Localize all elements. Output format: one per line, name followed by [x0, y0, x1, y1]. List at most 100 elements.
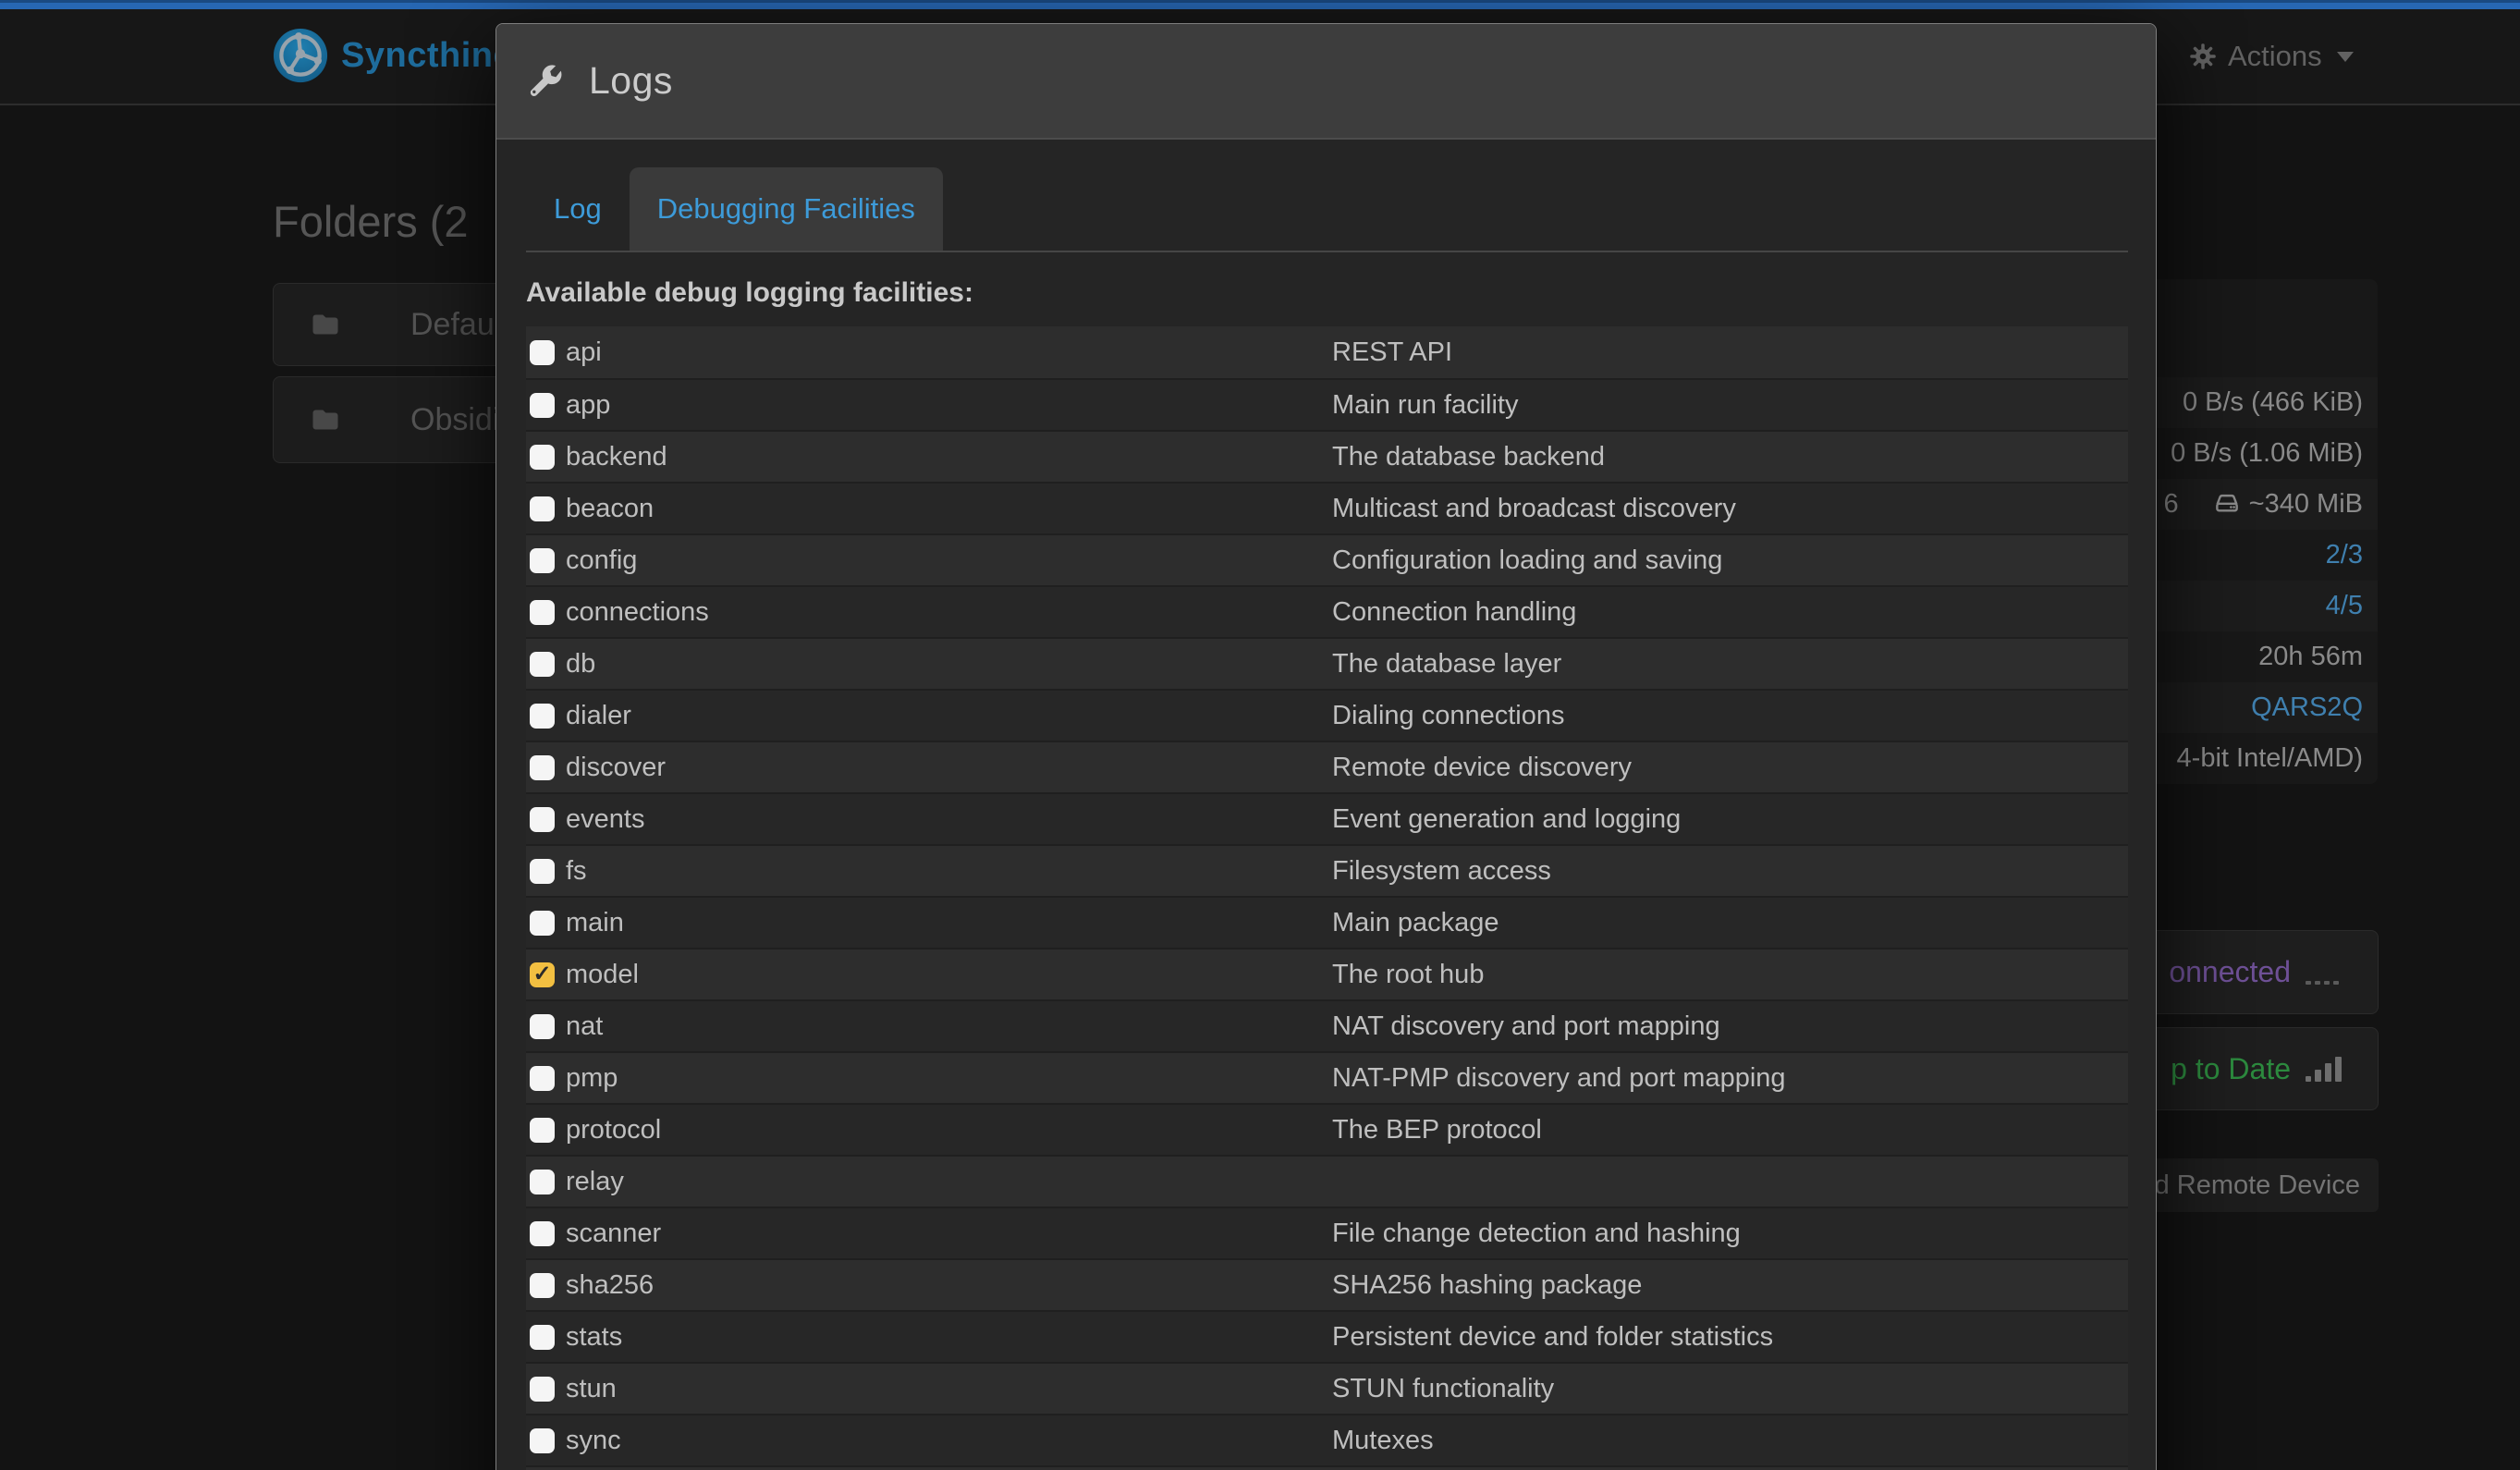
facility-name[interactable]: connections [566, 597, 1332, 628]
facility-checkbox[interactable] [530, 1428, 555, 1453]
facility-checkbox[interactable] [530, 1377, 555, 1402]
facility-checkbox[interactable] [530, 496, 555, 521]
facility-checkbox[interactable] [530, 1325, 555, 1350]
actions-label: Actions [2228, 40, 2322, 73]
modal-tab[interactable]: Debugging Facilities [630, 167, 943, 251]
facility-description: Connection handling [1332, 597, 1576, 628]
facility-description: The BEP protocol [1332, 1115, 1542, 1145]
modal-tab[interactable]: Log [526, 167, 630, 251]
facility-description: File change detection and hashing [1332, 1219, 1741, 1249]
stat-value: 20h 56m [2258, 642, 2363, 671]
facility-name[interactable]: scanner [566, 1219, 1332, 1249]
facility-name[interactable]: api [566, 337, 1332, 368]
facility-checkbox[interactable] [530, 704, 555, 729]
stat-value: QARS2Q [2251, 692, 2363, 722]
facility-row: relay [526, 1155, 2128, 1207]
facility-row: scanner File change detection and hashin… [526, 1207, 2128, 1258]
facility-checkbox[interactable] [530, 807, 555, 832]
top-accent-bar [0, 0, 2520, 9]
stat-value: 0 B/s (466 KiB) [2183, 387, 2363, 417]
facility-description: REST API [1332, 337, 1452, 368]
facility-name[interactable]: main [566, 908, 1332, 938]
facility-row: beacon Multicast and broadcast discovery [526, 482, 2128, 533]
facility-checkbox[interactable] [530, 859, 555, 884]
facility-name[interactable]: app [566, 390, 1332, 421]
facility-checkbox[interactable] [530, 393, 555, 418]
facility-name[interactable]: dialer [566, 701, 1332, 731]
facility-checkbox[interactable] [530, 600, 555, 625]
folders-heading: Folders (2 [273, 196, 469, 247]
folder-icon [309, 403, 342, 436]
facilities-heading: Available debug logging facilities: [526, 276, 2128, 310]
hdd-icon [2212, 488, 2242, 518]
tab-label: Log [554, 192, 602, 225]
facility-row: ✓ model The root hub [526, 948, 2128, 999]
facility-checkbox[interactable] [530, 1014, 555, 1039]
facility-row: stun STUN functionality [526, 1362, 2128, 1414]
device-status-disconnected: onnected [2169, 955, 2291, 989]
logs-modal: Logs Log Debugging Facilities Available … [495, 23, 2157, 1470]
actions-menu-button[interactable]: Actions [2189, 9, 2354, 104]
facility-name[interactable]: beacon [566, 494, 1332, 524]
facility-name[interactable]: events [566, 804, 1332, 835]
facility-name[interactable]: config [566, 545, 1332, 576]
signal-none-icon [2306, 959, 2343, 986]
modal-title: Logs [589, 59, 673, 103]
facility-row: dialer Dialing connections [526, 689, 2128, 741]
facility-name[interactable]: protocol [566, 1115, 1332, 1145]
brand-title: Syncthing [341, 36, 515, 76]
facility-name[interactable]: relay [566, 1167, 1332, 1197]
facility-description: Configuration loading and saving [1332, 545, 1722, 576]
facility-checkbox[interactable] [530, 911, 555, 936]
folder-icon [309, 308, 342, 341]
stat-value: 4/5 [2326, 591, 2363, 620]
stat-value: ~340 MiB [2249, 489, 2363, 519]
facility-name[interactable]: nat [566, 1011, 1332, 1042]
facility-name[interactable]: stats [566, 1322, 1332, 1353]
chevron-down-icon [2337, 52, 2354, 62]
tab-label: Debugging Facilities [657, 192, 915, 225]
facility-name[interactable]: stun [566, 1374, 1332, 1404]
facility-checkbox[interactable] [530, 340, 555, 365]
facility-name[interactable]: discover [566, 753, 1332, 783]
facility-description: NAT-PMP discovery and port mapping [1332, 1063, 1786, 1094]
facility-row: pmp NAT-PMP discovery and port mapping [526, 1051, 2128, 1103]
facility-checkbox[interactable] [530, 1273, 555, 1298]
facility-checkbox[interactable] [530, 1066, 555, 1091]
facility-name[interactable]: fs [566, 856, 1332, 887]
facility-row: db The database layer [526, 637, 2128, 689]
signal-bars-icon [2306, 1055, 2343, 1083]
facility-name[interactable]: sync [566, 1426, 1332, 1456]
facility-description: Filesystem access [1332, 856, 1551, 887]
facility-name[interactable]: db [566, 649, 1332, 680]
facility-checkbox[interactable] [530, 1118, 555, 1143]
gear-icon [2189, 43, 2217, 70]
facilities-table: api REST API app Main run facility backe… [526, 326, 2128, 1470]
facility-checkbox[interactable] [530, 548, 555, 573]
logs-modal-header: Logs [496, 24, 2156, 140]
facility-description: The root hub [1332, 960, 1484, 990]
facility-description: NAT discovery and port mapping [1332, 1011, 1720, 1042]
facility-name[interactable]: model [566, 960, 1332, 990]
facility-row: discover Remote device discovery [526, 741, 2128, 792]
stat-value: 4-bit Intel/AMD) [2177, 743, 2363, 773]
facility-checkbox[interactable]: ✓ [530, 962, 555, 987]
facility-row: fs Filesystem access [526, 844, 2128, 896]
stat-value: 0 B/s (1.06 MiB) [2171, 438, 2363, 468]
facility-row: main Main package [526, 896, 2128, 948]
facility-row: events Event generation and logging [526, 792, 2128, 844]
facility-checkbox[interactable] [530, 445, 555, 470]
logs-tabs: Log Debugging Facilities [526, 167, 2128, 252]
facility-name[interactable]: pmp [566, 1063, 1332, 1094]
facility-checkbox[interactable] [530, 755, 555, 780]
facility-name[interactable]: sha256 [566, 1270, 1332, 1301]
facility-checkbox[interactable] [530, 1170, 555, 1194]
facility-checkbox[interactable] [530, 1221, 555, 1246]
brand-link[interactable]: Syncthing [273, 28, 515, 83]
facility-description: Main run facility [1332, 390, 1518, 421]
facility-description: Mutexes [1332, 1426, 1434, 1456]
stat-prefix: 6 [2164, 489, 2179, 519]
facility-checkbox[interactable] [530, 652, 555, 677]
facility-name[interactable]: backend [566, 442, 1332, 472]
facility-row: sync Mutexes [526, 1414, 2128, 1465]
